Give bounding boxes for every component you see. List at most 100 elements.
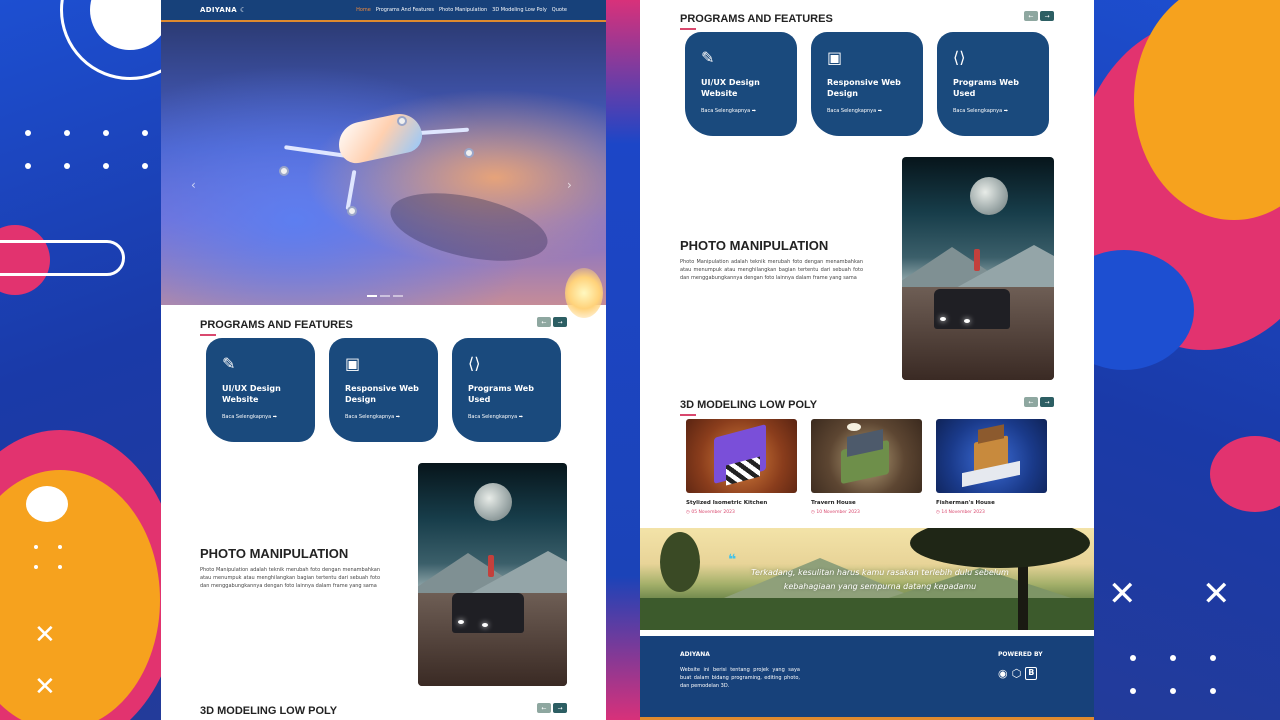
section-title: PROGRAMS AND FEATURES (200, 318, 353, 331)
x-mark: ✕ (34, 620, 56, 650)
middle-decoration (606, 0, 640, 720)
feature-cards: ✎ UI/UX Design Website Baca Selengkapnya… (685, 32, 1049, 136)
model-name: Travern House (811, 500, 856, 506)
nav-link-home[interactable]: Home (356, 7, 371, 13)
pencil-ruler-icon: ✎ (701, 48, 715, 67)
brand[interactable]: ADIYANA ☾ (200, 6, 247, 14)
quote-banner: ❝ Terkadang, kesulitan harus kamu rasaka… (640, 528, 1094, 630)
prev-button[interactable]: ← (1024, 11, 1038, 21)
read-more-link[interactable]: Baca Selengkapnya ➡ (953, 108, 1033, 114)
next-button[interactable]: → (553, 703, 567, 713)
model-cards: Stylized Isometric Kitchen ◷ 05 November… (686, 419, 1047, 515)
carousel-indicator[interactable] (367, 295, 377, 297)
modeling-header: 3D MODELING LOW POLY ← → (161, 701, 606, 720)
model-card[interactable]: Travern House ◷ 10 November 2023 (811, 419, 922, 515)
read-more-link[interactable]: Baca Selengkapnya ➡ (222, 414, 299, 420)
feature-card[interactable]: ✎ UI/UX Design Website Baca Selengkapnya… (685, 32, 797, 136)
programs-header: PROGRAMS AND FEATURES ← → (161, 315, 606, 336)
prev-button[interactable]: ← (537, 703, 551, 713)
nav-link-quote[interactable]: Quote (552, 7, 567, 13)
pink-circle (1210, 436, 1280, 512)
prev-button[interactable]: ← (1024, 397, 1038, 407)
carousel-indicators (367, 295, 403, 297)
carousel-indicator[interactable] (380, 295, 390, 297)
prev-button[interactable]: ← (537, 317, 551, 327)
feature-card[interactable]: ▣ Responsive Web Design Baca Selengkapny… (329, 338, 438, 442)
white-blob (26, 486, 68, 522)
nav-link-programs[interactable]: Programs And Features (376, 7, 434, 13)
bootstrap-icon[interactable]: B (1025, 667, 1038, 680)
card-title: Programs Web Used (468, 384, 534, 404)
photo-description: Photo Manipulation adalah teknik merubah… (680, 259, 863, 281)
read-more-link[interactable]: Baca Selengkapnya ➡ (468, 414, 545, 420)
pill-outline (0, 240, 125, 276)
images-icon: ▣ (345, 354, 361, 373)
carousel-prev-icon[interactable]: ‹ (191, 178, 196, 192)
nav-link-photo[interactable]: Photo Manipulation (439, 7, 487, 13)
model-card[interactable]: Stylized Isometric Kitchen ◷ 05 November… (686, 419, 797, 515)
feature-card[interactable]: ✎ UI/UX Design Website Baca Selengkapnya… (206, 338, 315, 442)
section-title: 3D MODELING LOW POLY (680, 398, 818, 411)
programs-header: PROGRAMS AND FEATURES ← → (640, 9, 1094, 30)
kitchen-model-image (686, 419, 797, 493)
codepen-icon[interactable]: ⬡ (1012, 667, 1022, 680)
photo-manipulation-image (418, 463, 567, 686)
x-mark: ✕ (34, 672, 56, 702)
pencil-ruler-icon: ✎ (222, 354, 236, 373)
nav-link-3d-modeling[interactable]: 3D Modeling Low Poly (492, 7, 547, 13)
card-title: Responsive Web Design (827, 78, 901, 98)
model-name: Fisherman's House (936, 500, 995, 506)
card-title: Responsive Web Design (345, 384, 419, 404)
code-file-icon: ⟨⟩ (468, 354, 481, 373)
photo-section-text: PHOTO MANIPULATION Photo Manipulation ad… (200, 546, 380, 590)
powered-by-icons: ◉ ⬡ B (998, 667, 1038, 680)
card-title: Programs Web Used (953, 78, 1019, 98)
github-icon[interactable]: ◉ (998, 667, 1008, 680)
model-name: Stylized Isometric Kitchen (686, 500, 768, 506)
feature-card[interactable]: ⟨⟩ Programs Web Used Baca Selengkapnya ➡ (452, 338, 561, 442)
fisherman-house-model-image (936, 419, 1047, 493)
right-decoration: ✕ ✕ (1094, 0, 1280, 720)
next-button[interactable]: → (1040, 397, 1054, 407)
moon-icon[interactable]: ☾ (240, 6, 247, 14)
modeling-arrows: ← → (537, 703, 567, 713)
model-card[interactable]: Fisherman's House ◷ 14 November 2023 (936, 419, 1047, 515)
read-more-link[interactable]: Baca Selengkapnya ➡ (345, 414, 422, 420)
programs-arrows: ← → (537, 317, 567, 327)
drone-image (334, 109, 426, 167)
modeling-arrows: ← → (1024, 397, 1054, 407)
next-button[interactable]: → (553, 317, 567, 327)
page-screenshot-top: ADIYANA ☾ Home Programs And Features Phot… (161, 0, 606, 720)
read-more-link[interactable]: Baca Selengkapnya ➡ (701, 108, 781, 114)
photo-section-text: PHOTO MANIPULATION Photo Manipulation ad… (680, 238, 863, 282)
carousel-next-icon[interactable]: › (567, 178, 572, 192)
feature-cards: ✎ UI/UX Design Website Baca Selengkapnya… (206, 338, 561, 442)
modeling-header: 3D MODELING LOW POLY ← → (640, 395, 1094, 416)
footer: ADIYANA Website ini berisi tentang proje… (640, 636, 1094, 720)
brand-label: ADIYANA (200, 6, 238, 14)
left-decoration: ✕ ✕ (0, 0, 161, 720)
x-mark: ✕ (1108, 574, 1137, 614)
next-button[interactable]: → (1040, 11, 1054, 21)
section-title: 3D MODELING LOW POLY (200, 704, 338, 717)
nav-links: Home Programs And Features Photo Manipul… (356, 7, 567, 13)
page-screenshot-bottom: PROGRAMS AND FEATURES ← → ✎ UI/UX Design… (640, 0, 1094, 720)
model-date: ◷ 14 November 2023 (936, 510, 985, 515)
card-title: UI/UX Design Website (701, 78, 760, 98)
carousel-indicator[interactable] (393, 295, 403, 297)
quote-text: Terkadang, kesulitan harus kamu rasakan … (751, 568, 1009, 591)
programs-arrows: ← → (1024, 11, 1054, 21)
feature-card[interactable]: ▣ Responsive Web Design Baca Selengkapny… (811, 32, 923, 136)
navbar: ADIYANA ☾ Home Programs And Features Phot… (161, 0, 606, 22)
photo-title: PHOTO MANIPULATION (200, 546, 349, 561)
photo-manipulation-image (902, 157, 1054, 380)
feature-card[interactable]: ⟨⟩ Programs Web Used Baca Selengkapnya ➡ (937, 32, 1049, 136)
light-glow (565, 268, 603, 318)
images-icon: ▣ (827, 48, 843, 67)
model-date: ◷ 05 November 2023 (686, 510, 735, 515)
tavern-model-image (811, 419, 922, 493)
hero-carousel: ‹ › (161, 22, 606, 318)
photo-title: PHOTO MANIPULATION (680, 238, 829, 253)
card-title: UI/UX Design Website (222, 384, 281, 404)
read-more-link[interactable]: Baca Selengkapnya ➡ (827, 108, 907, 114)
